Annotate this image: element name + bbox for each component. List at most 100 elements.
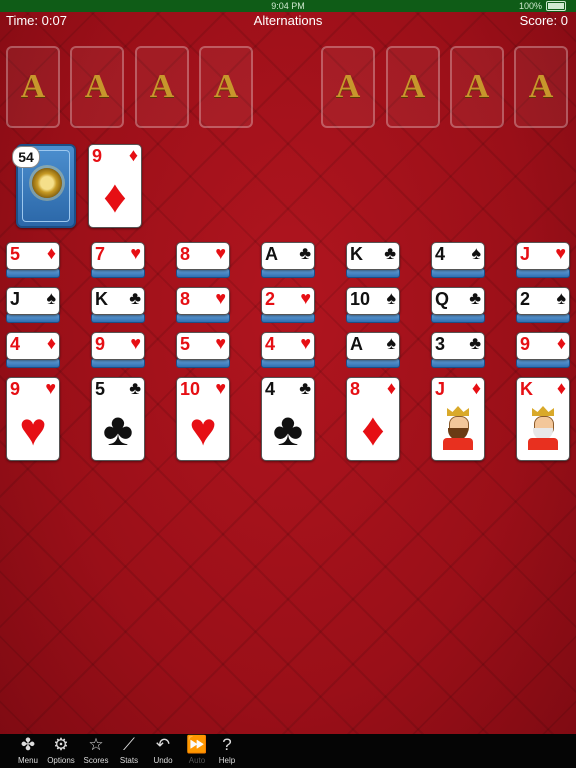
card-rank: 4 [265, 334, 276, 354]
menu-icon: ✤ [20, 735, 36, 754]
waste-pile[interactable]: 9 ♦ ♦ [88, 144, 142, 228]
menu-button[interactable]: ✤ Menu [11, 734, 45, 768]
playing-card[interactable]: 5 ♦ [6, 242, 60, 270]
battery-icon [546, 0, 566, 11]
card-rank: 2 [265, 289, 276, 309]
toolbar-label: Scores [83, 756, 109, 765]
toolbar-label: Help [218, 756, 236, 765]
playing-card[interactable]: K ♣ [346, 242, 400, 270]
card-suit: ♥ [300, 333, 311, 353]
card-suit: ♥ [555, 243, 566, 263]
card-rank: 8 [180, 289, 191, 309]
card-pip: ♦ [361, 403, 385, 455]
playing-card[interactable]: 9 ♦ [516, 332, 570, 360]
toolbar-label: Options [47, 756, 75, 765]
card-suit: ♠ [46, 288, 56, 308]
card-suit: ♥ [130, 333, 141, 353]
card-rank: J [520, 244, 531, 264]
playing-card[interactable]: K ♦ [516, 377, 570, 461]
card-pip: ♦ [103, 170, 127, 222]
playing-card[interactable]: 3 ♣ [431, 332, 485, 360]
foundation-label: A [464, 68, 490, 105]
playing-card[interactable]: Q ♣ [431, 287, 485, 315]
card-rank: 4 [10, 334, 21, 354]
card-suit: ♥ [215, 333, 226, 353]
playing-card[interactable]: J ♦ [431, 377, 485, 461]
card-rank: 9 [10, 379, 21, 399]
playing-card[interactable]: 4 ♦ [6, 332, 60, 360]
card-suit: ♦ [556, 378, 566, 398]
playing-card[interactable]: 2 ♥ [261, 287, 315, 315]
card-suit: ♣ [469, 288, 481, 308]
playing-card[interactable]: 4 ♥ [261, 332, 315, 360]
foundation-slot[interactable]: A [135, 46, 189, 128]
foundation-label: A [84, 68, 110, 105]
playing-card[interactable]: 4 ♠ [431, 242, 485, 270]
card-rank: 9 [520, 334, 531, 354]
card-rank: A [350, 334, 363, 354]
playing-card[interactable]: K ♣ [91, 287, 145, 315]
star-icon: ☆ [88, 735, 104, 754]
card-pip: ♣ [272, 403, 304, 455]
card-rank: K [520, 379, 533, 399]
card-rank: 2 [520, 289, 531, 309]
foundation-slot[interactable]: A [199, 46, 253, 128]
card-suit: ♦ [471, 378, 481, 398]
playing-card[interactable]: 2 ♠ [516, 287, 570, 315]
playing-card[interactable]: 10 ♥ ♥ [176, 377, 230, 461]
playing-card[interactable]: 8 ♥ [176, 287, 230, 315]
playing-card[interactable]: 8 ♥ [176, 242, 230, 270]
card-pip: ♥ [19, 403, 47, 455]
playing-card[interactable]: 10 ♠ [346, 287, 400, 315]
fast-forward-icon: ⏩ [186, 735, 208, 754]
card-rank: 3 [435, 334, 446, 354]
auto-button[interactable]: ⏩ Auto [180, 734, 214, 768]
playing-card[interactable]: A ♣ [261, 242, 315, 270]
playing-card[interactable]: 8 ♦ ♦ [346, 377, 400, 461]
toolbar-label: Auto [188, 756, 206, 765]
king-portrait-icon [526, 406, 560, 450]
scores-button[interactable]: ☆ Scores [79, 734, 113, 768]
playing-card[interactable]: 7 ♥ [91, 242, 145, 270]
battery-indicator: 100% [519, 0, 566, 12]
gear-icon: ⚙ [53, 735, 69, 754]
chart-icon: ⟋ [123, 735, 135, 754]
foundation-slot[interactable]: A [514, 46, 568, 128]
stats-button[interactable]: ⟋ Stats [112, 734, 146, 768]
undo-button[interactable]: ↶ Undo [146, 734, 180, 768]
foundation-slot[interactable]: A [70, 46, 124, 128]
foundation-label: A [213, 68, 239, 105]
card-rank: J [10, 289, 21, 309]
playing-card[interactable]: 5 ♥ [176, 332, 230, 360]
foundation-slot[interactable]: A [321, 46, 375, 128]
card-suit: ♥ [215, 243, 226, 263]
card-suit: ♠ [386, 333, 396, 353]
stock-count-badge: 54 [12, 146, 40, 168]
card-suit: ♥ [45, 378, 56, 398]
card-suit: ♠ [386, 288, 396, 308]
card-suit: ♣ [384, 243, 396, 263]
playing-card[interactable]: J ♠ [6, 287, 60, 315]
playing-card[interactable]: J ♥ [516, 242, 570, 270]
foundation-slot[interactable]: A [450, 46, 504, 128]
playing-card[interactable]: A ♠ [346, 332, 400, 360]
card-rank: 9 [95, 334, 106, 354]
game-title: Alternations [253, 13, 323, 28]
status-time: 9:04 PM [271, 1, 305, 11]
card-suit: ♣ [299, 378, 311, 398]
card-suit: ♠ [556, 288, 566, 308]
help-icon: ? [222, 735, 232, 754]
foundation-label: A [335, 68, 361, 105]
card-rank: J [435, 379, 446, 399]
playing-card[interactable]: 5 ♣ ♣ [91, 377, 145, 461]
help-button[interactable]: ? Help [210, 734, 244, 768]
foundation-slot[interactable]: A [6, 46, 60, 128]
playing-card[interactable]: 9 ♥ ♥ [6, 377, 60, 461]
card-rank: 8 [350, 379, 361, 399]
options-button[interactable]: ⚙ Options [44, 734, 78, 768]
playing-card[interactable]: 9 ♥ [91, 332, 145, 360]
foundation-slot[interactable]: A [386, 46, 440, 128]
score: Score: 0 [519, 13, 568, 28]
card-rank: 10 [350, 289, 371, 309]
playing-card[interactable]: 4 ♣ ♣ [261, 377, 315, 461]
